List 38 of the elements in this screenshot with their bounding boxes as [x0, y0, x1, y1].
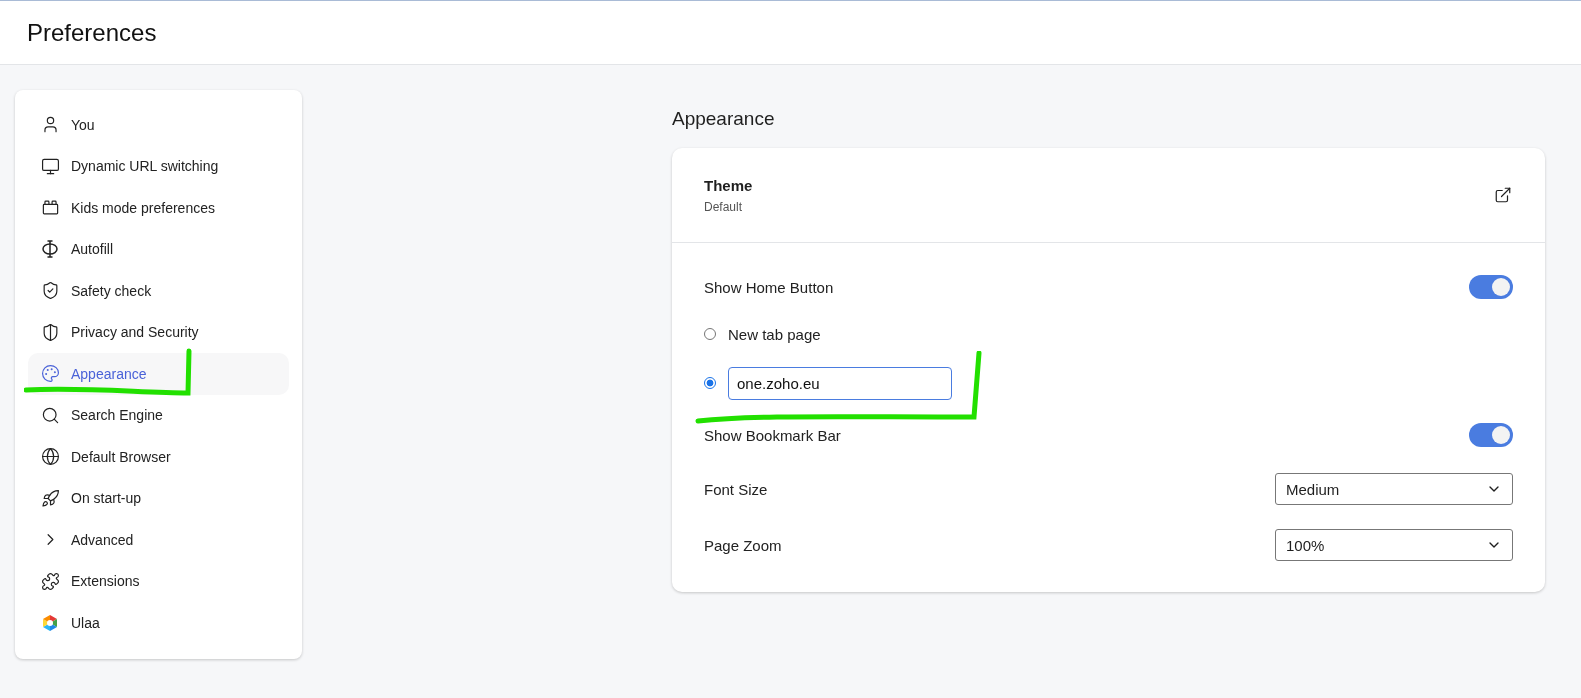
sidebar-item[interactable]: Safety check [28, 270, 289, 312]
radio-label: New tab page [728, 325, 821, 343]
setting-label: Page Zoom [704, 536, 782, 554]
sidebar-item[interactable]: Extensions [28, 560, 289, 602]
sidebar-item[interactable]: Dynamic URL switching [28, 145, 289, 187]
setting-label: Font Size [704, 480, 768, 498]
logo-icon [40, 612, 60, 633]
sidebar-item[interactable]: Default Browser [28, 436, 289, 478]
theme-title: Theme [704, 176, 753, 194]
sidebar-item[interactable]: Search Engine [28, 394, 289, 436]
text-cursor-icon [40, 239, 60, 260]
external-link-icon[interactable] [1493, 185, 1513, 205]
sidebar-item[interactable]: On start-up [28, 477, 289, 519]
radio-button[interactable] [704, 328, 716, 340]
sidebar-item[interactable]: Ulaa [28, 602, 289, 644]
globe-icon [40, 446, 60, 467]
toggle-switch[interactable] [1469, 275, 1513, 299]
rocket-icon [40, 488, 60, 509]
section-title: Appearance [672, 108, 776, 131]
sidebar-item[interactable]: Privacy and Security [28, 311, 289, 353]
sidebar-item[interactable]: Appearance [28, 353, 289, 395]
sidebar-item[interactable]: Kids mode preferences [28, 187, 289, 229]
monitor-icon [40, 156, 60, 177]
dropdown[interactable]: 100% [1275, 529, 1513, 561]
setting-label: Show Home Button [704, 278, 834, 296]
palette-icon [40, 363, 60, 384]
search-icon [40, 405, 60, 426]
setting-label: Show Bookmark Bar [704, 426, 841, 444]
toggle-switch[interactable] [1469, 423, 1513, 447]
puzzle-icon [40, 571, 60, 592]
sidebar-item[interactable]: You [28, 104, 289, 146]
radio-button[interactable] [704, 377, 716, 389]
theme-value: Default [704, 199, 744, 214]
sidebar-item[interactable]: Autofill [28, 228, 289, 270]
url-field[interactable]: one.zoho.eu [728, 366, 952, 400]
page-title: Preferences [27, 18, 157, 47]
sidebar-item[interactable]: Advanced [28, 519, 289, 561]
dropdown[interactable]: Medium [1275, 473, 1513, 505]
